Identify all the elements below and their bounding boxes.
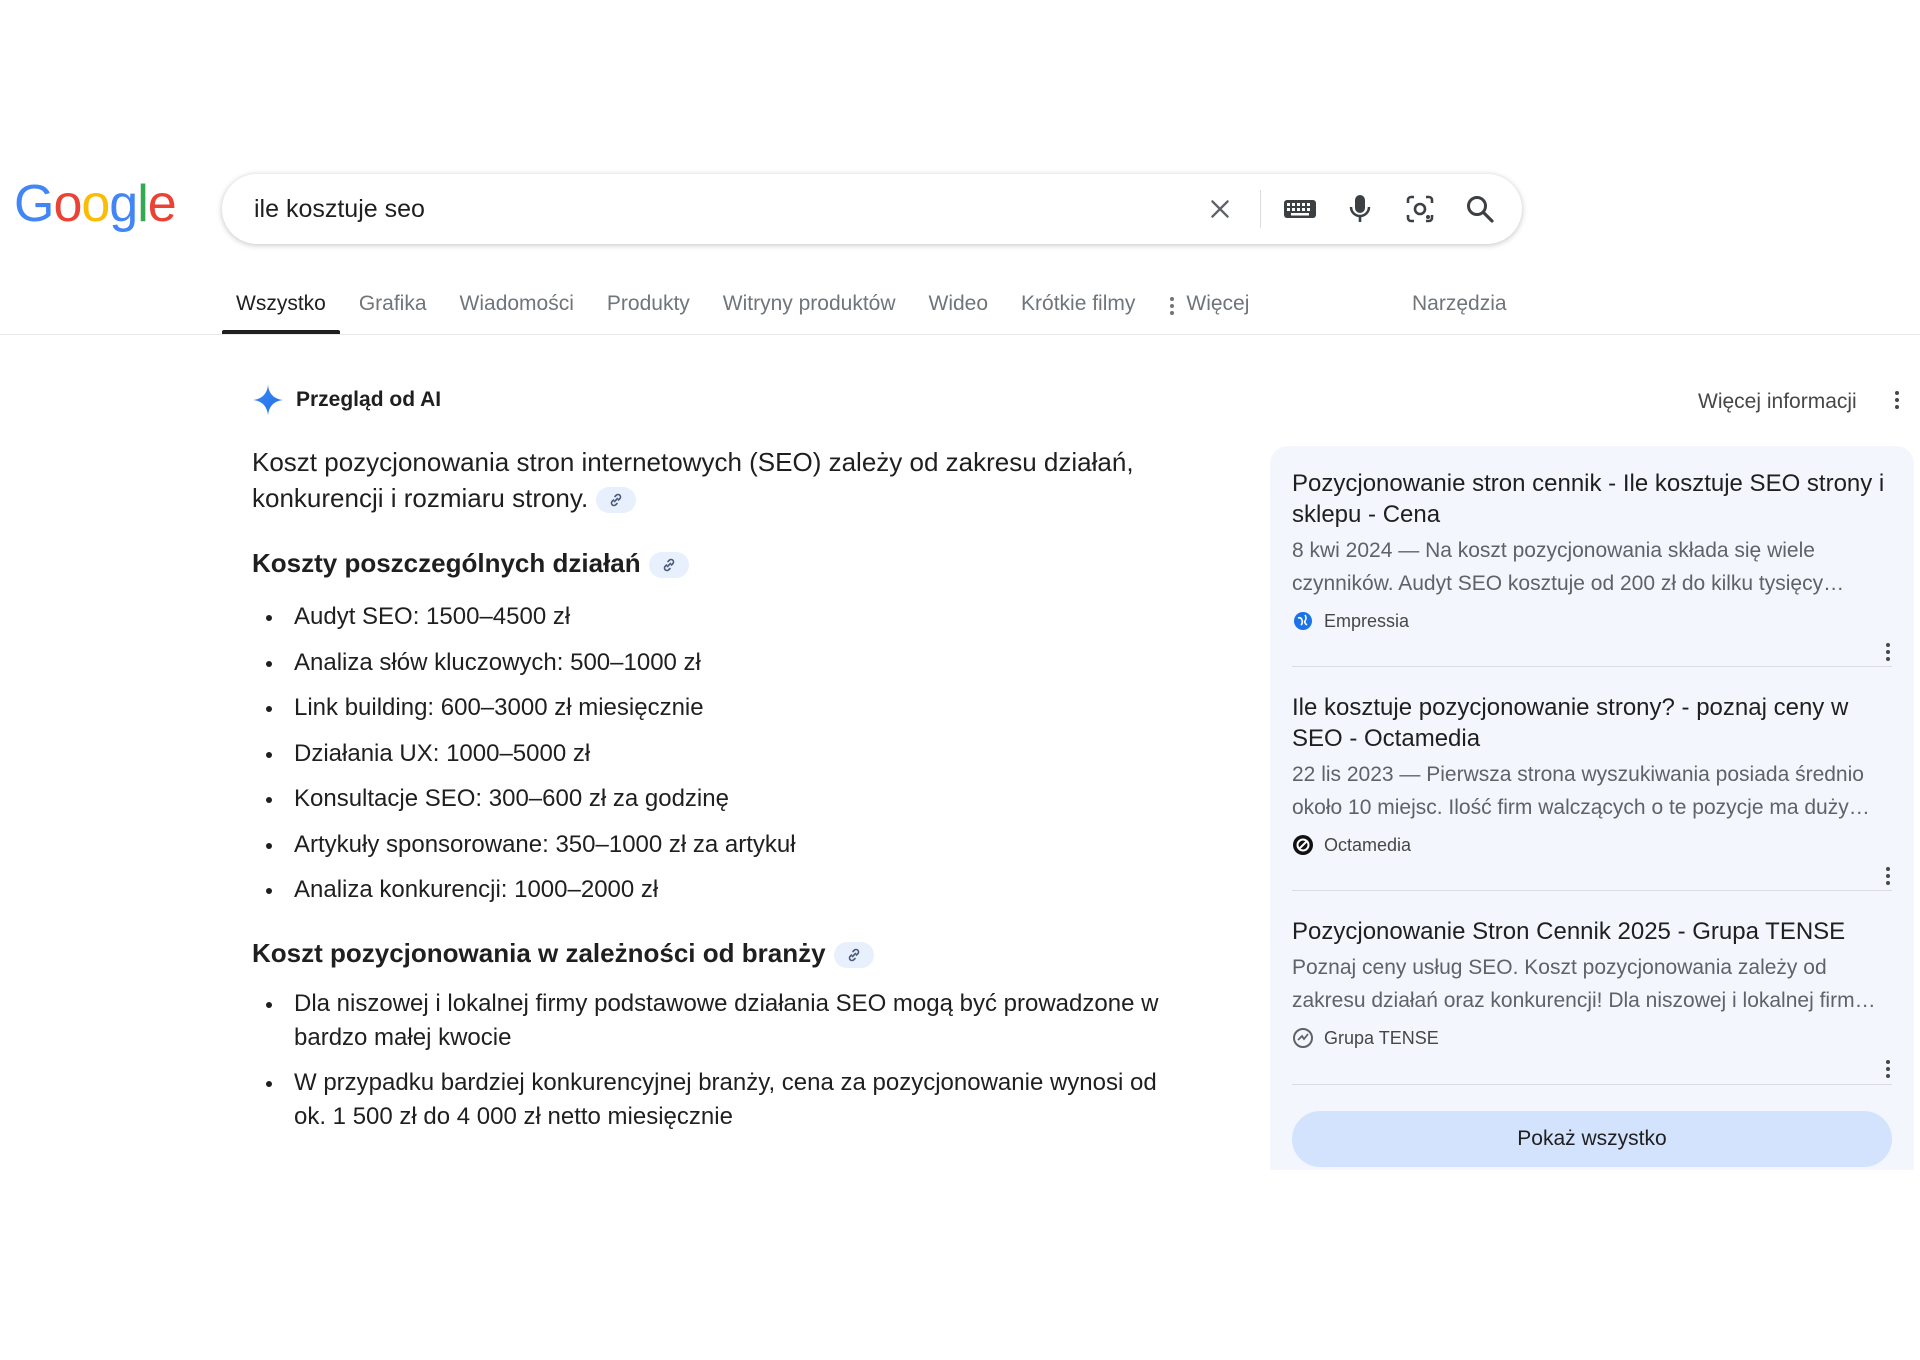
- tab-all[interactable]: Wszystko: [222, 282, 340, 334]
- tense-logo-icon: [1292, 1027, 1314, 1049]
- source-options-icon[interactable]: [1884, 641, 1892, 663]
- ai-overview-intro: Koszt pozycjonowania stron internetowych…: [252, 444, 1212, 516]
- source-divider: [1292, 890, 1892, 891]
- list-item: Dla niszowej i lokalnej firmy podstawowe…: [252, 987, 1192, 1055]
- list-item: Działania UX: 1000–5000 zł: [252, 737, 1152, 783]
- globe-icon: [1292, 610, 1314, 632]
- search-icon[interactable]: [1462, 191, 1498, 227]
- search-bar: [222, 174, 1522, 244]
- list-item: Analiza słów kluczowych: 500–1000 zł: [252, 646, 1152, 692]
- source-site-name: Grupa TENSE: [1324, 1027, 1439, 1048]
- list-item: Link building: 600–3000 zł miesięcznie: [252, 691, 1152, 737]
- more-options-icon[interactable]: [1893, 389, 1901, 411]
- source-snippet: Poznaj ceny usług SEO. Koszt pozycjonowa…: [1292, 956, 1876, 1012]
- tools-button[interactable]: Narzędzia: [1412, 292, 1507, 316]
- tab-more[interactable]: Więcej: [1168, 282, 1249, 334]
- tab-videos[interactable]: Wideo: [929, 282, 989, 334]
- search-tabs: Wszystko Grafika Wiadomości Produkty Wit…: [222, 282, 1282, 334]
- tabs-divider: [0, 334, 1920, 335]
- citation-link-icon[interactable]: [648, 552, 689, 579]
- source-site[interactable]: Grupa TENSE: [1292, 1027, 1892, 1049]
- keyboard-icon[interactable]: [1282, 191, 1318, 227]
- cost-list: Audyt SEO: 1500–4500 zł Analiza słów klu…: [252, 600, 1152, 919]
- source-title[interactable]: Pozycjonowanie stron cennik - Ile kosztu…: [1292, 468, 1892, 530]
- source-snippet: 22 lis 2023 — Pierwsza strona wyszukiwan…: [1292, 763, 1870, 819]
- tab-product-sites[interactable]: Witryny produktów: [723, 282, 896, 334]
- industry-list: Dla niszowej i lokalnej firmy podstawowe…: [252, 987, 1192, 1145]
- list-item: Analiza konkurencji: 1000–2000 zł: [252, 873, 1152, 919]
- tab-images[interactable]: Grafika: [359, 282, 427, 334]
- camera-lens-icon[interactable]: [1402, 191, 1438, 227]
- tab-more-label: Więcej: [1186, 292, 1250, 315]
- citation-link-icon[interactable]: [833, 942, 874, 969]
- source-divider: [1292, 1084, 1892, 1085]
- sources-panel: Pozycjonowanie stron cennik - Ile kosztu…: [1270, 446, 1914, 1170]
- tab-products[interactable]: Produkty: [607, 282, 690, 334]
- source-card[interactable]: Ile kosztuje pozycjonowanie strony? - po…: [1292, 692, 1892, 885]
- source-site[interactable]: Empressia: [1292, 610, 1892, 632]
- source-options-icon[interactable]: [1884, 865, 1892, 887]
- ai-overview-header: Przegląd od AI: [252, 384, 441, 416]
- list-item: Konsultacje SEO: 300–600 zł za godzinę: [252, 782, 1152, 828]
- microphone-icon[interactable]: [1342, 191, 1378, 227]
- show-all-button[interactable]: Pokaż wszystko: [1292, 1111, 1892, 1167]
- list-item: Audyt SEO: 1500–4500 zł: [252, 600, 1152, 646]
- source-divider: [1292, 666, 1892, 667]
- section-heading-costs: Koszty poszczególnych działań: [252, 548, 689, 579]
- source-card[interactable]: Pozycjonowanie Stron Cennik 2025 - Grupa…: [1292, 916, 1892, 1078]
- source-title[interactable]: Ile kosztuje pozycjonowanie strony? - po…: [1292, 692, 1892, 754]
- source-options-icon[interactable]: [1884, 1058, 1892, 1080]
- clear-icon[interactable]: [1202, 191, 1238, 227]
- more-vertical-icon: [1170, 297, 1175, 315]
- section-heading-industry: Koszt pozycjonowania w zależności od bra…: [252, 938, 874, 969]
- octamedia-logo-icon: [1292, 834, 1314, 856]
- search-divider: [1260, 190, 1261, 228]
- source-site-name: Octamedia: [1324, 834, 1412, 855]
- source-title[interactable]: Pozycjonowanie Stron Cennik 2025 - Grupa…: [1292, 916, 1892, 947]
- source-site[interactable]: Octamedia: [1292, 834, 1892, 856]
- google-logo[interactable]: Google: [14, 178, 177, 230]
- source-snippet: 8 kwi 2024 — Na koszt pozycjonowania skł…: [1292, 539, 1845, 595]
- section-heading-industry-text: Koszt pozycjonowania w zależności od bra…: [252, 938, 826, 968]
- search-input[interactable]: [252, 189, 1192, 229]
- source-site-name: Empressia: [1324, 610, 1410, 631]
- citation-link-icon[interactable]: [596, 487, 637, 514]
- intro-text: Koszt pozycjonowania stron internetowych…: [252, 447, 1134, 513]
- ai-overview-title: Przegląd od AI: [296, 388, 442, 411]
- source-card[interactable]: Pozycjonowanie stron cennik - Ile kosztu…: [1292, 468, 1892, 661]
- tab-news[interactable]: Wiadomości: [460, 282, 574, 334]
- sparkle-icon: [253, 385, 283, 415]
- list-item: W przypadku bardziej konkurencyjnej bran…: [252, 1066, 1192, 1134]
- tab-short-videos[interactable]: Krótkie filmy: [1021, 282, 1135, 334]
- section-heading-costs-text: Koszty poszczególnych działań: [252, 548, 641, 578]
- more-info-link[interactable]: Więcej informacji: [1698, 390, 1857, 414]
- list-item: Artykuły sponsorowane: 350–1000 zł za ar…: [252, 828, 1152, 874]
